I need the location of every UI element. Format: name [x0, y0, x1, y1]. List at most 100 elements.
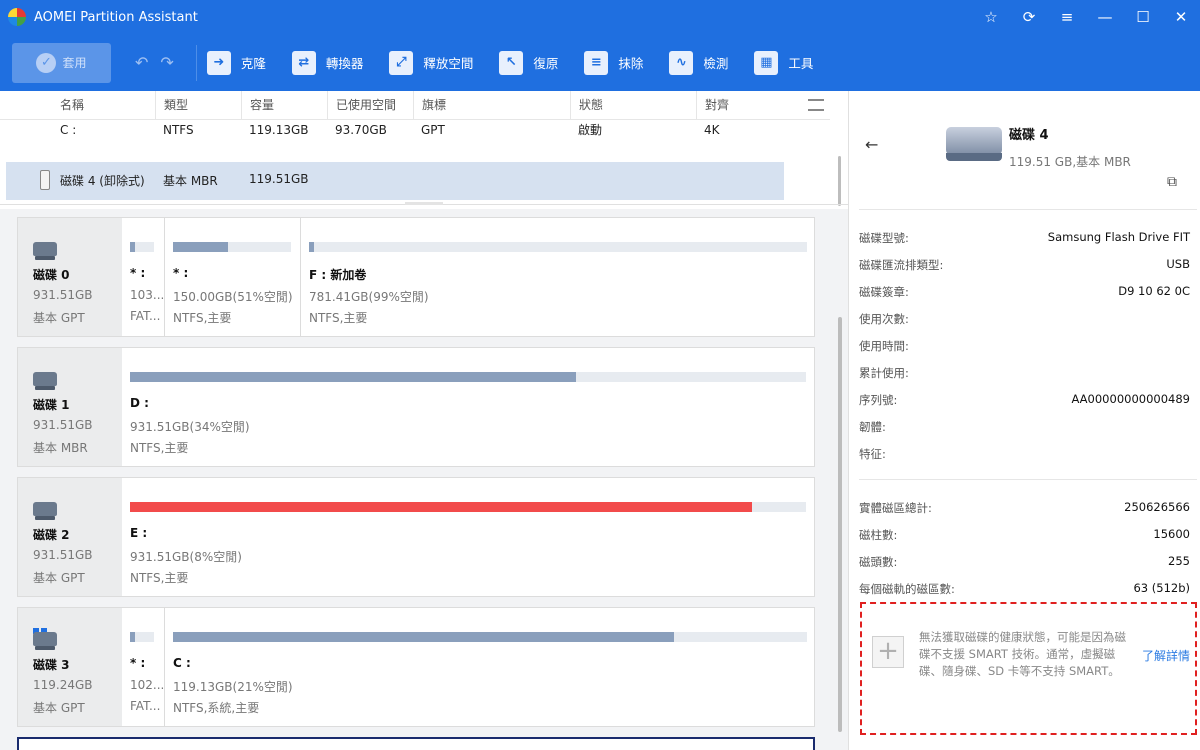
disk-card[interactable]: 磁碟 1 931.51GB 基本 MBR D : 931.51GB(34%空閒)… [17, 347, 815, 467]
favorite-icon[interactable]: ☆ [972, 0, 1010, 34]
column-settings-icon[interactable] [808, 99, 824, 111]
usage-bar [130, 632, 154, 642]
col-type[interactable]: 類型 [155, 91, 241, 120]
usage-fill [173, 242, 229, 252]
tools-button[interactable]: ▦ 工具 [754, 50, 814, 75]
disk-card[interactable]: 磁碟 3 119.24GB 基本 GPT * : 102... FAT... C… [17, 607, 815, 727]
convert-button[interactable]: ⇄ 轉換器 [291, 50, 364, 75]
col-flag[interactable]: 旗標 [413, 91, 570, 120]
usage-bar [130, 502, 806, 512]
col-align[interactable]: 對齊 [696, 91, 782, 120]
disk-info: 磁碟 1 931.51GB 基本 MBR [18, 348, 122, 466]
redo-icon[interactable]: ↷ [160, 53, 173, 72]
title-bar: AOMEI Partition Assistant ☆ ⟳ ≡ — ☐ ✕ [0, 0, 1200, 34]
partition-fs: FAT... [130, 699, 161, 713]
learn-more-link[interactable]: 了解詳情 [1142, 647, 1190, 664]
col-capacity[interactable]: 容量 [241, 91, 327, 120]
detail-key: 磁碟簽章: [859, 285, 909, 299]
divider [859, 209, 1197, 210]
window-controls: ☆ ⟳ ≡ — ☐ ✕ [972, 0, 1200, 34]
partition[interactable]: * : 150.00GB(51%空閒) NTFS,主要 [164, 218, 300, 336]
disk-card[interactable]: 磁碟 2 931.51GB 基本 GPT E : 931.51GB(8%空閒) … [17, 477, 815, 597]
disk-name: 磁碟 1 [33, 398, 70, 412]
detail-value: 255 [1168, 554, 1190, 568]
menu-icon[interactable]: ≡ [1048, 0, 1086, 34]
detail-key: 使用次數: [859, 312, 909, 326]
tool-label: 工具 [788, 56, 814, 71]
disk-card[interactable]: 磁碟 0 931.51GB 基本 GPT * : 103... FAT... *… [17, 217, 815, 337]
partition-label: * : [130, 656, 146, 670]
cell-capacity: 119.51GB [249, 172, 309, 186]
cell-type: 基本 MBR [163, 174, 218, 188]
usage-bar [309, 242, 807, 252]
detail-row: 韌體: [859, 419, 1190, 439]
undo-icon[interactable]: ↶ [135, 53, 148, 72]
check-icon: ✓ [36, 52, 57, 73]
list-scrollbar[interactable] [838, 156, 841, 206]
tools-icon: ▦ [754, 50, 779, 75]
recover-button[interactable]: ↖ 復原 [499, 50, 558, 75]
detail-key: 累計使用: [859, 366, 909, 380]
tool-label: 轉換器 [325, 56, 364, 71]
disk-size: 119.24GB [33, 678, 93, 692]
minimize-button[interactable]: — [1086, 0, 1124, 34]
usage-fill [309, 242, 314, 252]
detail-row: 磁碟匯流排類型: USB [859, 257, 1190, 277]
apply-label: 套用 [62, 56, 87, 70]
undo-redo-group: ↶ ↷ [135, 53, 174, 72]
col-name[interactable]: 名稱 [52, 91, 155, 120]
splitter-handle[interactable] [405, 202, 443, 205]
partition[interactable]: * : 103... FAT... [122, 218, 164, 336]
recover-icon: ↖ [499, 50, 524, 75]
partition[interactable]: * : 102... FAT... [122, 608, 164, 726]
hard-disk-icon [33, 242, 57, 260]
partition-size: 102... [130, 678, 164, 692]
detail-value: 250626566 [1124, 500, 1190, 514]
free-space-button[interactable]: ⤢ 釋放空間 [389, 50, 473, 75]
partition[interactable]: E : 931.51GB(8%空閒) NTFS,主要 [122, 478, 814, 596]
partition-size: 103... [130, 288, 164, 302]
usage-fill [130, 372, 577, 382]
detail-value: D9 10 62 0C [1118, 284, 1190, 298]
partition-fs: NTFS,主要 [130, 441, 189, 455]
col-used[interactable]: 已使用空間 [327, 91, 413, 120]
smart-message: 無法獲取磁碟的健康狀態，可能是因為磁碟不支援 SMART 技術。通常，虛擬磁碟、… [919, 630, 1126, 678]
clone-button[interactable]: ➜ 克隆 [206, 50, 266, 75]
copy-icon[interactable]: ⧉ [1167, 174, 1177, 190]
disk-info: 磁碟 0 931.51GB 基本 GPT [18, 218, 122, 336]
refresh-icon[interactable]: ⟳ [1010, 0, 1048, 34]
disk-info: 磁碟 2 931.51GB 基本 GPT [18, 478, 122, 596]
apply-button[interactable]: ✓ 套用 [12, 42, 111, 83]
detail-row: 序列號: AA00000000000489 [859, 392, 1190, 412]
partition[interactable]: F : 新加卷 781.41GB(99%空閒) NTFS,主要 [300, 218, 814, 336]
details-pane: ← 磁碟 4 119.51 GB,基本 MBR ⧉ 磁碟型號: Samsung F… [848, 91, 1200, 750]
table-row[interactable]: C : NTFS 119.13GB 93.70GB GPT 啟動 4K [0, 119, 830, 141]
detail-row: 磁頭數: 255 [859, 554, 1190, 574]
test-button[interactable]: ∿ 檢測 [669, 50, 729, 75]
partition-size: 781.41GB(99%空閒) [309, 290, 429, 304]
usage-bar [173, 632, 807, 642]
detail-key: 磁碟型號: [859, 231, 909, 245]
disk-card-selected[interactable] [17, 737, 815, 750]
partition-size: 119.13GB(21%空閒) [173, 680, 293, 694]
col-status[interactable]: 狀態 [570, 91, 696, 120]
close-button[interactable]: ✕ [1162, 0, 1200, 34]
detail-key: 磁柱數: [859, 528, 898, 542]
selected-disk-row[interactable]: 磁碟 4 (卸除式) 基本 MBR 119.51GB [6, 162, 784, 200]
app-logo-icon [8, 8, 26, 26]
detail-key: 每個磁軌的磁區數: [859, 582, 955, 596]
back-arrow-icon[interactable]: ← [865, 135, 878, 154]
details-subtitle: 119.51 GB,基本 MBR [1009, 155, 1131, 169]
test-icon: ∿ [669, 50, 694, 75]
tool-label: 抹除 [618, 56, 644, 71]
usage-bar [130, 242, 154, 252]
detail-row: 實體磁區總計: 250626566 [859, 500, 1190, 520]
tool-label: 檢測 [703, 56, 729, 71]
disk-map-scrollbar[interactable] [838, 317, 842, 732]
wipe-button[interactable]: ≡ 抹除 [584, 50, 644, 75]
disk-size: 931.51GB [33, 418, 93, 432]
partition[interactable]: C : 119.13GB(21%空閒) NTFS,系統,主要 [164, 608, 814, 726]
maximize-button[interactable]: ☐ [1124, 0, 1162, 34]
partition-fs: NTFS,主要 [309, 311, 368, 325]
partition[interactable]: D : 931.51GB(34%空閒) NTFS,主要 [122, 348, 814, 466]
